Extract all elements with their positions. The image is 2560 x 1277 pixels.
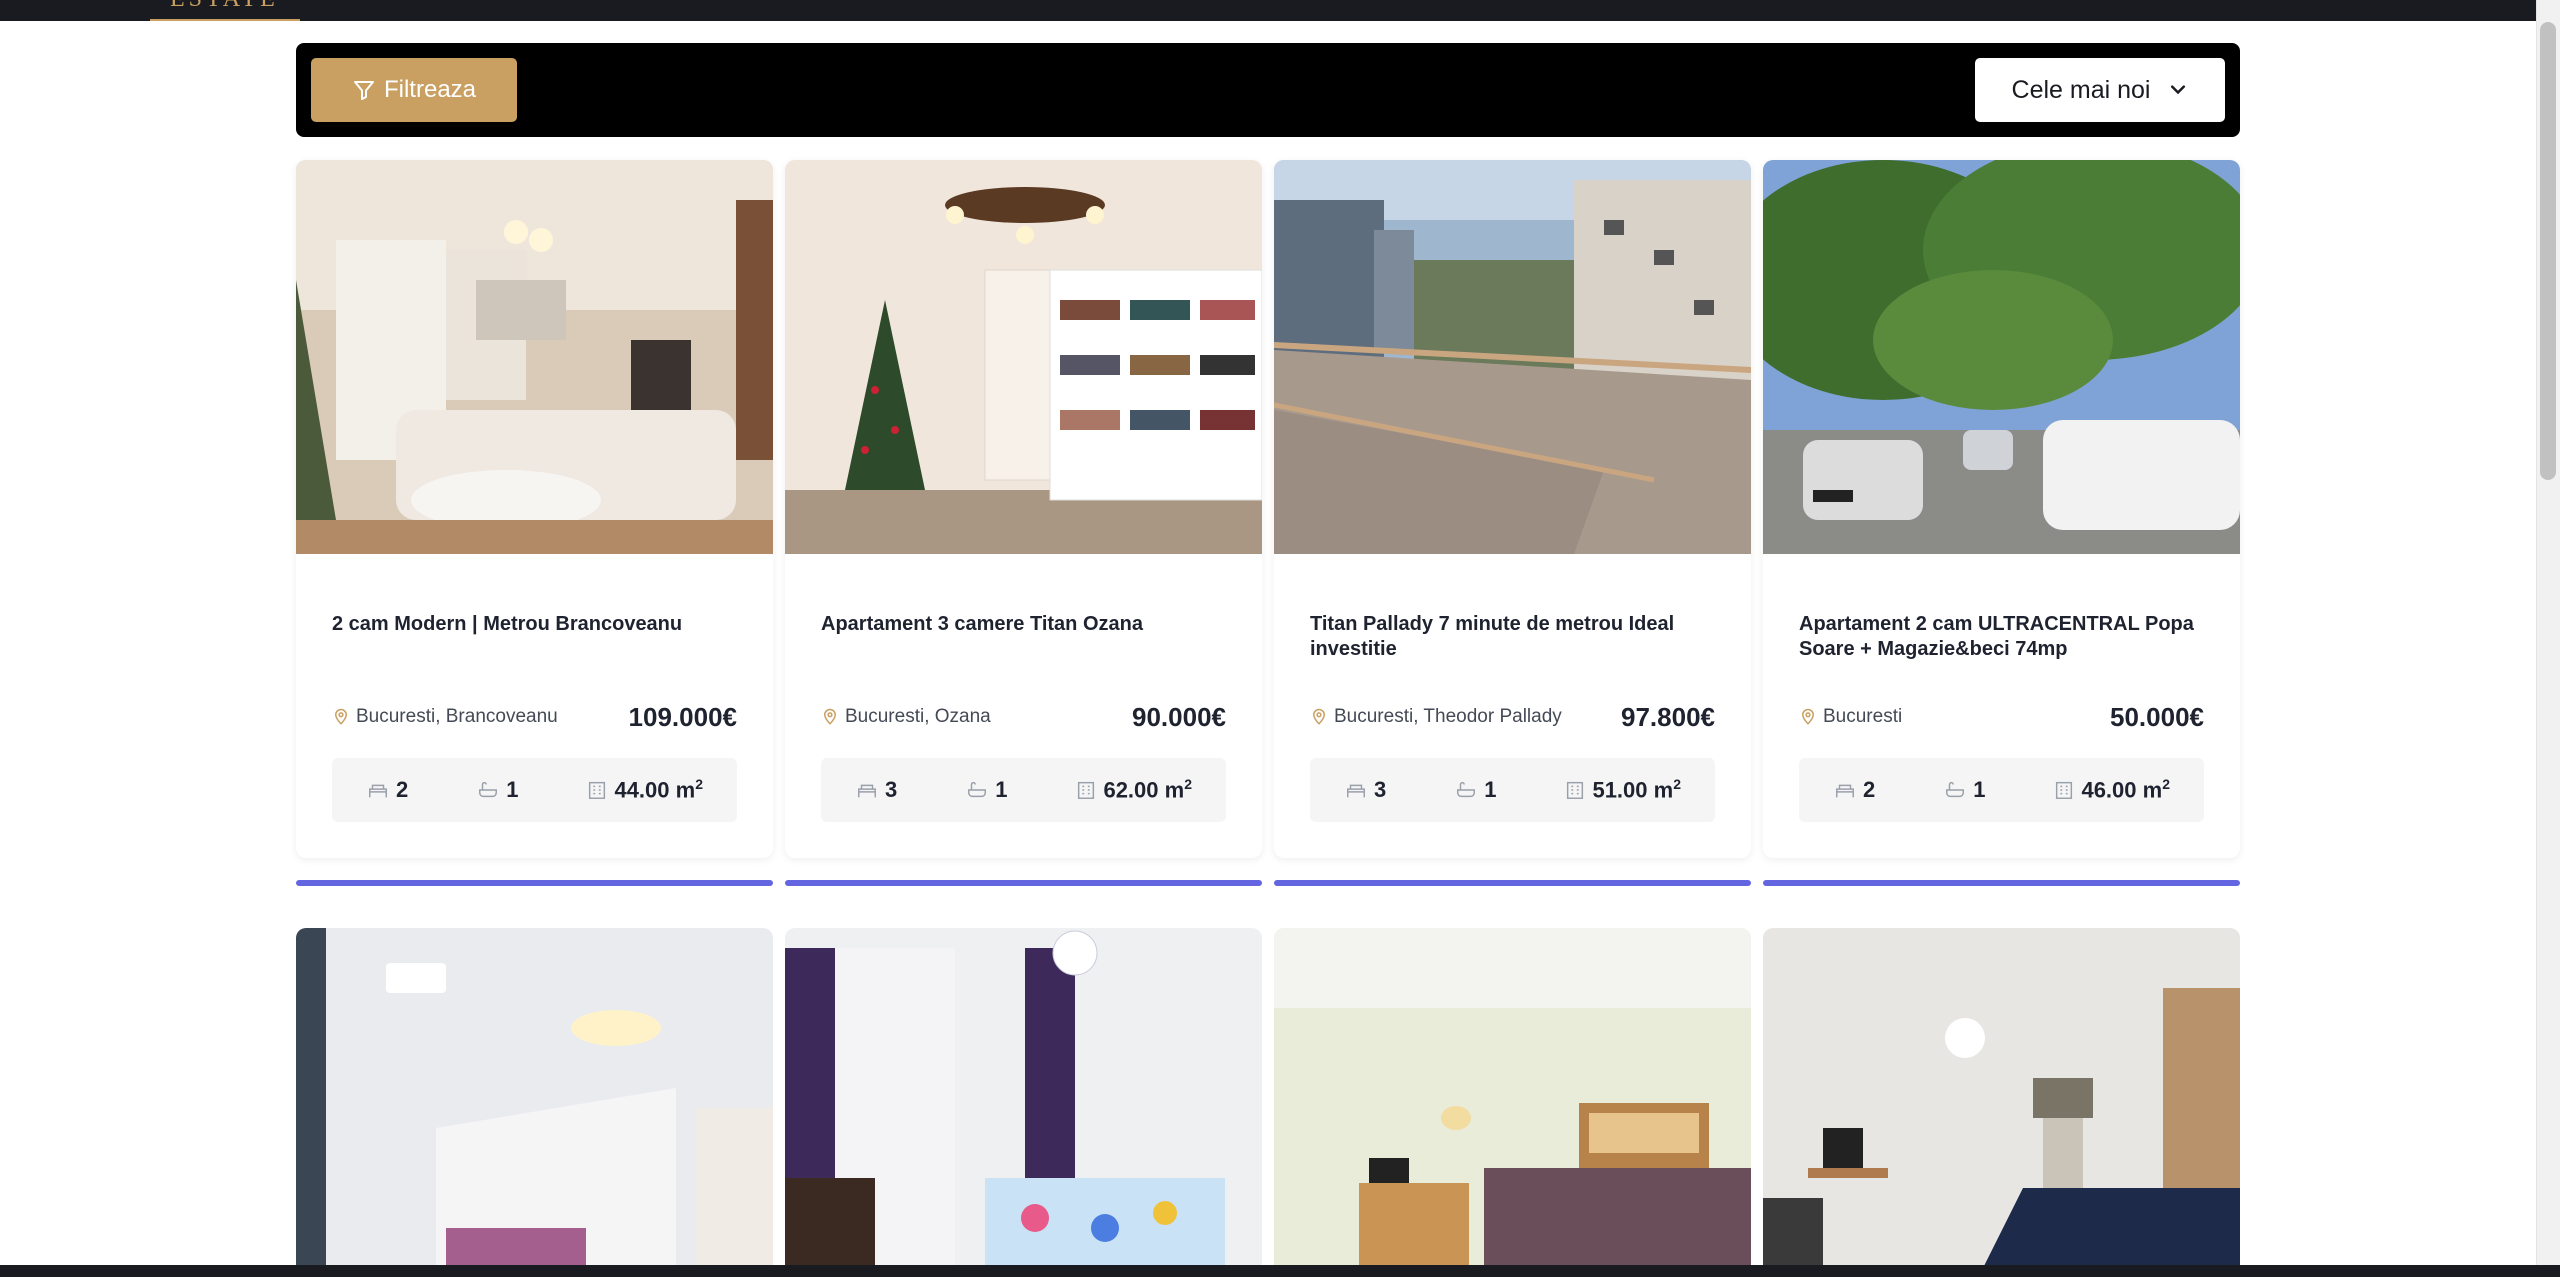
listing-title[interactable]: Apartament 2 cam ULTRACENTRAL Popa Soare… — [1799, 612, 2209, 662]
top-navbar: ESTATE — [0, 0, 2560, 21]
bed-icon — [858, 784, 876, 798]
sort-select[interactable]: Cele mai noi — [1975, 58, 2225, 122]
listing-card[interactable]: 2 cam Modern | Metrou Brancoveanu Bucure… — [296, 160, 773, 892]
listing-price: 109.000€ — [628, 702, 737, 732]
area-spec: 62.00 m2 — [1075, 776, 1192, 803]
bath-icon — [1946, 781, 1965, 798]
listing-card[interactable]: Apartament 3 camere Titan Ozana Bucurest… — [785, 160, 1262, 892]
building-icon — [589, 781, 606, 799]
bed-icon — [1836, 784, 1854, 798]
bath-icon — [968, 781, 987, 798]
logo-underline — [150, 19, 300, 21]
listing-specs: 2 1 46.00 m2 — [1799, 758, 2204, 822]
listing-photo[interactable] — [296, 928, 773, 1268]
filter-button[interactable]: Filtreaza — [311, 58, 517, 122]
rooms-spec: 3 — [1344, 777, 1386, 803]
map-pin-icon — [1801, 708, 1815, 725]
listing-photo[interactable] — [296, 160, 773, 554]
filter-button-label: Filtreaza — [383, 76, 477, 103]
area-spec: 51.00 m2 — [1564, 776, 1681, 803]
listing-price: 90.000€ — [1132, 702, 1226, 732]
rooms-spec: 2 — [1833, 777, 1875, 803]
listing-card[interactable] — [1763, 928, 2240, 1268]
logo[interactable]: ESTATE — [170, 0, 279, 13]
listing-card[interactable] — [296, 928, 773, 1268]
baths-spec: 1 — [1943, 777, 1985, 803]
listing-title[interactable]: Apartament 3 camere Titan Ozana — [821, 612, 1231, 637]
listing-location: Bucuresti, Brancoveanu — [332, 706, 558, 728]
listing-specs: 3 1 62.00 m2 — [821, 758, 1226, 822]
listing-photo[interactable] — [785, 160, 1262, 554]
area-spec: 46.00 m2 — [2053, 776, 2170, 803]
rooms-spec: 3 — [855, 777, 897, 803]
listing-specs: 2 1 44.00 m2 — [332, 758, 737, 822]
card-accent-bar — [785, 880, 1262, 886]
area-spec: 44.00 m2 — [586, 776, 703, 803]
listing-location: Bucuresti, Ozana — [821, 706, 991, 728]
bath-icon — [1457, 781, 1476, 798]
card-accent-bar — [1763, 880, 2240, 886]
card-accent-bar — [1274, 880, 1751, 886]
filter-bar: Filtreaza Cele mai noi — [296, 43, 2240, 137]
chevron-down-icon — [2171, 85, 2186, 95]
baths-spec: 1 — [965, 777, 1007, 803]
bath-icon — [479, 781, 498, 798]
listing-price: 50.000€ — [2110, 702, 2204, 732]
listing-price: 97.800€ — [1621, 702, 1715, 732]
bed-icon — [369, 784, 387, 798]
map-pin-icon — [1312, 708, 1326, 725]
listing-photo[interactable] — [1763, 160, 2240, 554]
bottom-bar — [0, 1265, 2560, 1277]
baths-spec: 1 — [1454, 777, 1496, 803]
scrollbar-thumb[interactable] — [2540, 22, 2556, 480]
listing-location: Bucuresti, Theodor Pallady — [1310, 706, 1562, 728]
building-icon — [1567, 781, 1584, 799]
building-icon — [2056, 781, 2073, 799]
funnel-icon — [353, 81, 374, 100]
listing-photo[interactable] — [1274, 928, 1751, 1268]
listing-photo[interactable] — [1763, 928, 2240, 1268]
listing-location-text: Bucuresti, Theodor Pallady — [1334, 706, 1562, 727]
listing-location: Bucuresti — [1799, 706, 1902, 728]
listing-photo[interactable] — [1274, 160, 1751, 554]
listing-specs: 3 1 51.00 m2 — [1310, 758, 1715, 822]
listing-card[interactable] — [1274, 928, 1751, 1268]
map-pin-icon — [823, 708, 837, 725]
sort-select-value: Cele mai noi — [2011, 75, 2151, 104]
listing-location-text: Bucuresti, Ozana — [845, 706, 991, 727]
bed-icon — [1347, 784, 1365, 798]
rooms-spec: 2 — [366, 777, 408, 803]
listing-card[interactable] — [785, 928, 1262, 1268]
card-accent-bar — [296, 880, 773, 886]
listing-card[interactable]: Titan Pallady 7 minute de metrou Ideal i… — [1274, 160, 1751, 892]
listing-location-text: Bucuresti — [1823, 706, 1903, 727]
map-pin-icon — [334, 708, 348, 725]
listing-card[interactable]: Apartament 2 cam ULTRACENTRAL Popa Soare… — [1763, 160, 2240, 892]
baths-spec: 1 — [476, 777, 518, 803]
listing-title[interactable]: Titan Pallady 7 minute de metrou Ideal i… — [1310, 612, 1720, 662]
page-scrollbar[interactable] — [2536, 0, 2560, 1265]
listing-title[interactable]: 2 cam Modern | Metrou Brancoveanu — [332, 612, 742, 637]
listing-photo[interactable] — [785, 928, 1262, 1268]
building-icon — [1078, 781, 1095, 799]
listing-location-text: Bucuresti, Brancoveanu — [356, 706, 558, 727]
